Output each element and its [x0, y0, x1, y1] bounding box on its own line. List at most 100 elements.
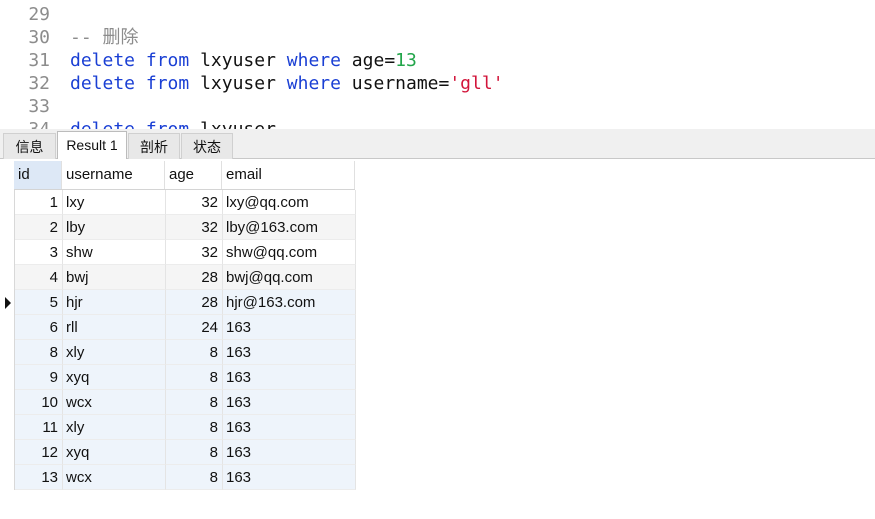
code-token: username=	[340, 73, 450, 94]
row-header[interactable]	[0, 415, 15, 440]
code-line: 34 delete from lxyuser	[0, 118, 875, 129]
code-text: -- 删除	[70, 26, 139, 50]
tab-info[interactable]: 信息	[3, 133, 56, 159]
row-header[interactable]	[0, 390, 15, 415]
cell-age[interactable]: 8	[166, 340, 223, 365]
cell-username[interactable]: bwj	[63, 265, 166, 290]
code-token: delete	[70, 50, 136, 71]
sql-editor[interactable]: 29 30 -- 删除 31 delete from lxyuser where age…	[0, 0, 875, 129]
cell-email[interactable]: hjr@163.com	[223, 290, 356, 315]
cell-age[interactable]: 8	[166, 440, 223, 465]
cell-email[interactable]: lby@163.com	[223, 215, 356, 240]
cell-id[interactable]: 4	[15, 265, 63, 290]
cell-username[interactable]: wcx	[63, 465, 166, 490]
cell-id[interactable]: 9	[15, 365, 63, 390]
table-row[interactable]: 4 bwj 28 bwj@qq.com	[0, 265, 356, 290]
line-number: 29	[28, 4, 50, 25]
table-row[interactable]: 6 rll 24 163	[0, 315, 356, 340]
table-row[interactable]: 11 xly 8 163	[0, 415, 356, 440]
cell-id[interactable]: 1	[15, 190, 63, 215]
cell-email[interactable]: 163	[223, 415, 356, 440]
cell-id[interactable]: 12	[15, 440, 63, 465]
cell-username[interactable]: wcx	[63, 390, 166, 415]
cell-id[interactable]: 11	[15, 415, 63, 440]
line-number: 30	[28, 27, 50, 48]
cell-username[interactable]: shw	[63, 240, 166, 265]
column-header-username[interactable]: username	[62, 161, 165, 189]
row-header[interactable]	[0, 215, 15, 240]
cell-username[interactable]: hjr	[63, 290, 166, 315]
table-row[interactable]: 8 xly 8 163	[0, 340, 356, 365]
code-line: 33	[0, 95, 875, 119]
row-header[interactable]	[0, 315, 15, 340]
row-header[interactable]	[0, 465, 15, 490]
row-header[interactable]	[0, 440, 15, 465]
table-row[interactable]: 9 xyq 8 163	[0, 365, 356, 390]
cell-email[interactable]: 163	[223, 390, 356, 415]
cell-age[interactable]: 32	[166, 240, 223, 265]
code-token: where	[286, 73, 341, 94]
cell-id[interactable]: 8	[15, 340, 63, 365]
row-header[interactable]	[0, 290, 15, 315]
row-header[interactable]	[0, 190, 15, 215]
row-header[interactable]	[0, 240, 15, 265]
cell-username[interactable]: lby	[63, 215, 166, 240]
line-number: 31	[28, 50, 50, 71]
current-row-indicator-icon	[5, 297, 11, 309]
tab-result-1[interactable]: Result 1	[57, 131, 127, 159]
table-row[interactable]: 1 lxy 32 lxy@qq.com	[0, 190, 356, 215]
column-header-email[interactable]: email	[222, 161, 355, 189]
table-row[interactable]: 12 xyq 8 163	[0, 440, 356, 465]
cell-email[interactable]: bwj@qq.com	[223, 265, 356, 290]
cell-age[interactable]: 8	[166, 390, 223, 415]
code-token: from	[145, 73, 190, 94]
cell-age[interactable]: 28	[166, 290, 223, 315]
cell-email[interactable]: lxy@qq.com	[223, 190, 356, 215]
row-header[interactable]	[0, 340, 15, 365]
cell-id[interactable]: 6	[15, 315, 63, 340]
cell-age[interactable]: 32	[166, 215, 223, 240]
cell-age[interactable]: 8	[166, 465, 223, 490]
cell-age[interactable]: 28	[166, 265, 223, 290]
cell-username[interactable]: xyq	[63, 365, 166, 390]
cell-username[interactable]: xyq	[63, 440, 166, 465]
cell-email[interactable]: 163	[223, 340, 356, 365]
cell-username[interactable]: lxy	[63, 190, 166, 215]
cell-age[interactable]: 32	[166, 190, 223, 215]
cell-id[interactable]: 13	[15, 465, 63, 490]
cell-username[interactable]: xly	[63, 415, 166, 440]
cell-username[interactable]: xly	[63, 340, 166, 365]
tab-status[interactable]: 状态	[181, 133, 233, 159]
table-row[interactable]: 2 lby 32 lby@163.com	[0, 215, 356, 240]
column-header-age[interactable]: age	[165, 161, 222, 189]
row-header[interactable]	[0, 265, 15, 290]
line-number: 32	[28, 73, 50, 94]
cell-email[interactable]: 163	[223, 365, 356, 390]
cell-email[interactable]: shw@qq.com	[223, 240, 356, 265]
tab-profile[interactable]: 剖析	[128, 133, 180, 159]
cell-age[interactable]: 8	[166, 415, 223, 440]
code-token: from	[145, 50, 190, 71]
cell-id[interactable]: 2	[15, 215, 63, 240]
cell-username[interactable]: rll	[63, 315, 166, 340]
column-header-id[interactable]: id	[14, 161, 62, 189]
code-line: 30 -- 删除	[0, 26, 875, 50]
cell-age[interactable]: 8	[166, 365, 223, 390]
table-row[interactable]: 13 wcx 8 163	[0, 465, 356, 490]
table-row[interactable]: 10 wcx 8 163	[0, 390, 356, 415]
code-line: 32 delete from lxyuser where username='gl…	[0, 72, 875, 96]
code-text: delete from lxyuser	[70, 118, 276, 129]
cell-age[interactable]: 24	[166, 315, 223, 340]
table-row[interactable]: 5 hjr 28 hjr@163.com	[0, 290, 356, 315]
code-token: lxyuser	[189, 50, 287, 71]
cell-email[interactable]: 163	[223, 315, 356, 340]
cell-email[interactable]: 163	[223, 465, 356, 490]
row-header[interactable]	[0, 365, 15, 390]
cell-id[interactable]: 10	[15, 390, 63, 415]
cell-email[interactable]: 163	[223, 440, 356, 465]
cell-id[interactable]: 5	[15, 290, 63, 315]
table-row[interactable]: 3 shw 32 shw@qq.com	[0, 240, 356, 265]
cell-id[interactable]: 3	[15, 240, 63, 265]
